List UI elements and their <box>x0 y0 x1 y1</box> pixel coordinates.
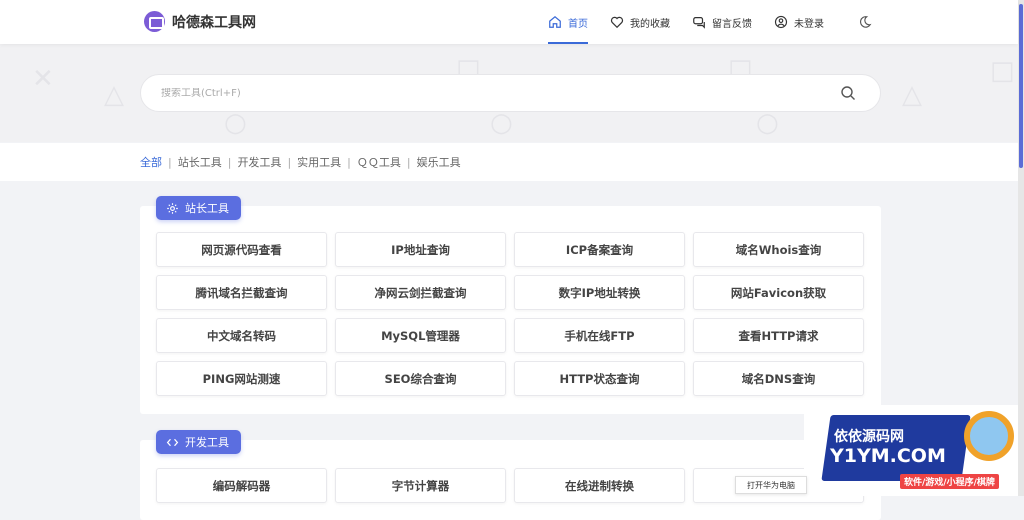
decor-cross-icon: ✕ <box>32 64 54 94</box>
tool-card[interactable]: MySQL管理器 <box>335 318 506 353</box>
tool-card[interactable]: 腾讯域名拦截查询 <box>156 275 327 310</box>
nav-login[interactable]: 未登录 <box>774 0 824 44</box>
code-icon <box>166 438 179 446</box>
decor-circle-icon: ○ <box>756 108 779 138</box>
main-nav: 首页 我的收藏 留言反馈 未登录 <box>548 0 846 44</box>
tool-panel-webmaster: 站长工具 网页源代码查看 IP地址查询 ICP备案查询 域名Whois查询 腾讯… <box>140 196 881 414</box>
tooltip: 打开华为电脑 <box>735 476 807 494</box>
decor-square-icon: □ <box>990 56 1015 86</box>
ad-tagline: 软件/游戏/小程序/棋牌 <box>900 474 999 489</box>
panel-title: 开发工具 <box>185 436 229 449</box>
search-bar <box>140 74 881 112</box>
search-input[interactable] <box>161 87 821 99</box>
tool-card[interactable]: 在线进制转换 <box>514 468 685 503</box>
panel-title-badge: 站长工具 <box>156 196 241 220</box>
nav-home-label: 首页 <box>568 18 588 30</box>
tool-card[interactable]: IP地址查询 <box>335 232 506 267</box>
site-title: 哈德森工具网 <box>172 14 256 31</box>
decor-triangle-icon: △ <box>902 80 922 110</box>
tab-separator: | <box>168 155 172 169</box>
site-logo[interactable]: 哈德森工具网 <box>144 11 256 32</box>
tab-qq[interactable]: ＱＱ工具 <box>357 154 401 170</box>
tool-card[interactable]: ICP备案查询 <box>514 232 685 267</box>
scrollbar[interactable] <box>1018 0 1024 496</box>
tool-card[interactable]: 数字IP地址转换 <box>514 275 685 310</box>
decor-circle-icon: ○ <box>490 108 513 138</box>
magnifier-icon <box>964 411 1014 461</box>
tool-card[interactable]: PING网站测速 <box>156 361 327 396</box>
scrollbar-thumb[interactable] <box>1019 4 1023 168</box>
tool-card[interactable]: 手机在线FTP <box>514 318 685 353</box>
tool-card[interactable]: 字节计算器 <box>335 468 506 503</box>
user-icon <box>774 15 788 29</box>
tool-card[interactable]: 查看HTTP请求 <box>693 318 864 353</box>
tool-card[interactable]: 净网云剑拦截查询 <box>335 275 506 310</box>
decor-circle-icon: ○ <box>224 108 247 138</box>
tab-separator: | <box>406 155 411 169</box>
tool-grid: 网页源代码查看 IP地址查询 ICP备案查询 域名Whois查询 腾讯域名拦截查… <box>156 232 864 396</box>
gear-icon <box>167 202 178 214</box>
tool-card[interactable]: 网站Favicon获取 <box>693 275 864 310</box>
top-navbar: 哈德森工具网 首页 我的收藏 留言反馈 未登录 <box>0 0 1018 44</box>
nav-home[interactable]: 首页 <box>548 0 588 44</box>
ad-title: 依依源码网 <box>834 429 904 445</box>
decor-triangle-icon: △ <box>104 80 124 110</box>
nav-favorites-label: 我的收藏 <box>630 18 670 30</box>
nav-favorites[interactable]: 我的收藏 <box>610 0 670 44</box>
chat-icon <box>693 17 705 29</box>
heart-icon <box>610 16 624 29</box>
nav-feedback[interactable]: 留言反馈 <box>692 0 752 44</box>
tool-card[interactable]: 网页源代码查看 <box>156 232 327 267</box>
panel-title-badge: 开发工具 <box>156 430 241 454</box>
dark-mode-moon-icon[interactable] <box>858 15 872 29</box>
tab-all[interactable]: 全部 <box>140 154 162 170</box>
nav-feedback-label: 留言反馈 <box>712 18 752 30</box>
ad-domain: Y1YM.COM <box>830 445 946 467</box>
tab-separator: | <box>347 155 351 169</box>
panel-title: 站长工具 <box>185 202 229 215</box>
tool-card[interactable]: SEO综合查询 <box>335 361 506 396</box>
tool-card[interactable]: 域名DNS查询 <box>693 361 864 396</box>
tool-card[interactable]: 中文域名转码 <box>156 318 327 353</box>
toolbox-icon <box>144 11 165 32</box>
search-icon[interactable] <box>840 85 856 101</box>
tab-separator: | <box>287 155 292 169</box>
tool-card[interactable]: 编码解码器 <box>156 468 327 503</box>
tool-card[interactable]: HTTP状态查询 <box>514 361 685 396</box>
home-icon <box>549 15 561 28</box>
tab-dev[interactable]: 开发工具 <box>237 154 281 170</box>
tab-fun[interactable]: 娱乐工具 <box>417 154 461 170</box>
tool-card[interactable]: 域名Whois查询 <box>693 232 864 267</box>
nav-login-label: 未登录 <box>794 18 824 30</box>
tab-utility[interactable]: 实用工具 <box>297 154 341 170</box>
watermark-ad[interactable]: 依依源码网 Y1YM.COM 软件/游戏/小程序/棋牌 <box>804 405 1018 496</box>
tab-separator: | <box>227 155 232 169</box>
category-tabs: 全部 | 站长工具 | 开发工具 | 实用工具 | ＱＱ工具 | 娱乐工具 <box>0 143 1018 181</box>
tab-webmaster[interactable]: 站长工具 <box>178 154 222 170</box>
